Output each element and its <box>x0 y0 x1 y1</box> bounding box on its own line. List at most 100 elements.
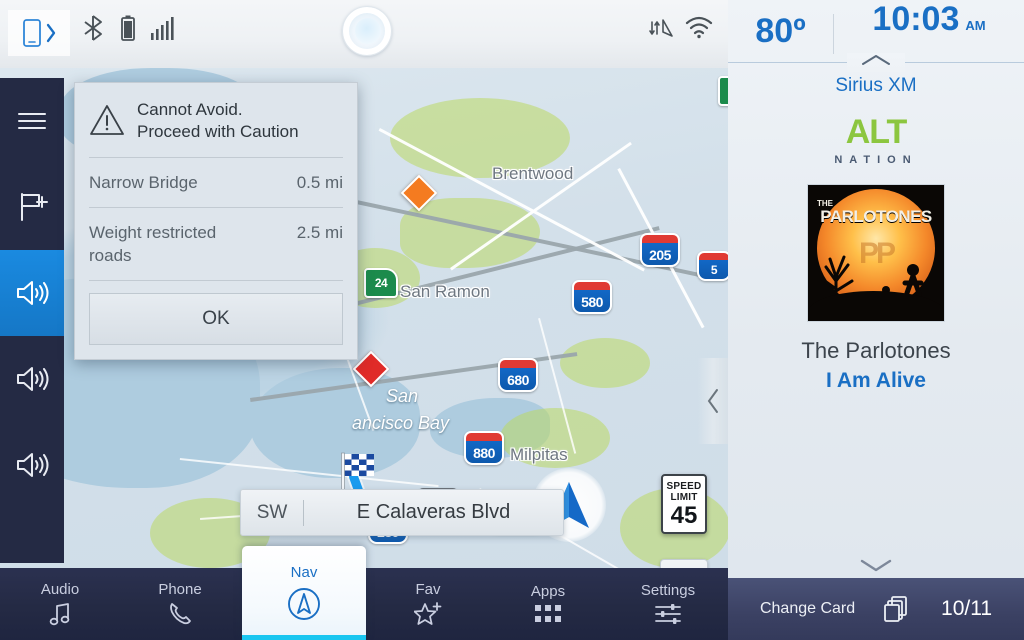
wifi-icon <box>685 16 713 39</box>
map-green-area <box>560 338 650 388</box>
nav-label: Audio <box>40 581 80 598</box>
hamburger-menu-icon <box>18 113 46 129</box>
dialog-row-weight-restricted: Weight restricted roads 2.5 mi <box>75 208 357 280</box>
chevron-up-icon <box>862 55 890 65</box>
media-panel: 80º 10:03 AM Sirius XM ALT NATION PP THE… <box>728 0 1024 640</box>
nav-label: Apps <box>530 583 566 600</box>
sidebar-item-menu[interactable] <box>0 78 64 164</box>
shield-number: 24 <box>374 276 388 290</box>
water-label-san: San <box>386 386 419 406</box>
warning-triangle-icon <box>90 105 124 135</box>
app-grid-icon <box>535 605 561 622</box>
volume-high-icon <box>17 281 49 305</box>
row-label: Narrow Bridge <box>89 173 198 192</box>
bluetooth-button[interactable] <box>80 14 106 47</box>
bluetooth-icon <box>84 15 102 41</box>
station-logo-sub: NATION <box>834 154 918 166</box>
dialog-title-line1: Cannot Avoid. <box>137 100 243 119</box>
map-sidebar <box>0 78 64 563</box>
nav-item-nav-active[interactable]: Nav <box>242 546 366 640</box>
current-street-banner: SW E Calaveras Blvd <box>240 489 564 536</box>
sidebar-item-volume-low[interactable] <box>0 422 64 508</box>
shield-number: 5 <box>710 263 718 277</box>
highway-shield-5: 5 <box>697 251 728 281</box>
outside-temperature: 80º <box>755 11 806 50</box>
row-value: 2.5 mi <box>296 223 343 242</box>
divider <box>89 280 343 281</box>
gps-status-indicator <box>648 14 676 47</box>
phone-handset-icon <box>170 603 191 625</box>
shield-number: 880 <box>473 445 495 461</box>
nav-label: Settings <box>640 582 696 599</box>
wifi-status-indicator <box>684 14 714 45</box>
change-card-bar[interactable]: Change Card 10/11 <box>728 578 1024 640</box>
nav-item-settings[interactable]: Settings <box>608 568 728 640</box>
battery-indicator <box>118 14 138 47</box>
track-artist: The Parlotones <box>801 338 951 363</box>
battery-icon <box>121 15 135 41</box>
nav-item-fav[interactable]: Fav <box>368 568 488 640</box>
add-waypoint-flag-icon <box>21 193 48 221</box>
chevron-right-icon <box>46 23 55 43</box>
speed-limit-label-1: SPEED <box>666 480 702 492</box>
star-plus-icon <box>414 602 442 625</box>
nav-label: Fav <box>415 581 441 598</box>
city-label-milpitas: Milpitas <box>510 445 568 464</box>
sliders-icon <box>655 604 681 624</box>
status-bar <box>0 0 728 68</box>
speed-limit-sign: SPEED LIMIT 45 <box>661 474 707 534</box>
station-logo-word: ALT <box>845 113 908 151</box>
music-note-icon <box>49 603 70 626</box>
street-name: E Calaveras Blvd <box>356 501 511 523</box>
highway-shield-580: 580 <box>572 280 612 314</box>
navigation-compass-icon <box>288 588 320 620</box>
album-art[interactable]: PP THE PARLOTONES <box>807 184 945 322</box>
chevron-down-icon <box>860 559 892 572</box>
now-playing: The Parlotones I Am Alive <box>728 338 1024 393</box>
row-label: Weight restricted roads <box>89 223 217 265</box>
panel-collapse-handle[interactable] <box>698 358 728 444</box>
city-label-brentwood: Brentwood <box>492 164 574 183</box>
shield-number: 580 <box>581 294 603 310</box>
highway-shield-99: 99 <box>718 76 728 106</box>
volume-medium-icon <box>17 367 49 391</box>
voice-assistant-button[interactable] <box>342 6 392 56</box>
highway-shield-205: 205 <box>640 233 680 267</box>
row-value: 0.5 mi <box>296 173 343 192</box>
card-count: 10/11 <box>941 597 993 620</box>
dialog-title: Cannot Avoid. Proceed with Caution <box>137 99 299 143</box>
street-direction: SW <box>256 501 288 523</box>
album-band-text: PARLOTONES <box>820 207 932 226</box>
sidebar-item-volume-medium[interactable] <box>0 336 64 422</box>
phone-projection-icon <box>22 19 41 47</box>
stacked-cards-icon <box>884 596 907 622</box>
infotainment-screen: 205 5 580 680 880 280 US 101 24 99 Brent… <box>0 0 1024 640</box>
sidebar-item-volume-high[interactable] <box>0 250 64 336</box>
dialog-ok-button[interactable]: OK <box>89 293 343 345</box>
expand-map-button[interactable] <box>660 559 708 568</box>
nav-item-phone[interactable]: Phone <box>120 568 240 640</box>
clock-time: 10:03 <box>872 0 960 38</box>
highway-shield-680: 680 <box>498 358 538 392</box>
dialog-row-narrow-bridge: Narrow Bridge 0.5 mi <box>75 158 357 207</box>
shield-number: 680 <box>507 372 529 388</box>
nav-item-audio[interactable]: Audio <box>0 568 120 640</box>
nav-item-apps[interactable]: Apps <box>488 568 608 640</box>
dialog-title-line2: Proceed with Caution <box>137 122 299 141</box>
track-title: I Am Alive <box>826 369 926 392</box>
change-card-label: Change Card <box>759 600 856 617</box>
station-logo: ALT NATION <box>728 101 1024 172</box>
cannot-avoid-dialog: Cannot Avoid. Proceed with Caution Narro… <box>74 82 358 360</box>
highway-shield-880: 880 <box>464 431 504 465</box>
shield-number: 205 <box>649 247 671 263</box>
nav-label: Phone <box>158 581 202 598</box>
speed-limit-label-2: LIMIT <box>670 491 698 503</box>
panel-expand-up-button[interactable] <box>847 53 905 72</box>
sidebar-item-add-waypoint[interactable] <box>0 164 64 250</box>
panel-divider <box>728 53 1024 72</box>
water-label-francisco-bay: ancisco Bay <box>352 413 450 433</box>
phone-projection-button[interactable] <box>8 10 70 56</box>
clock-meridiem: AM <box>965 18 986 33</box>
city-label-san-ramon: San Ramon <box>400 282 490 301</box>
panel-collapse-down-button[interactable] <box>728 557 1024 578</box>
